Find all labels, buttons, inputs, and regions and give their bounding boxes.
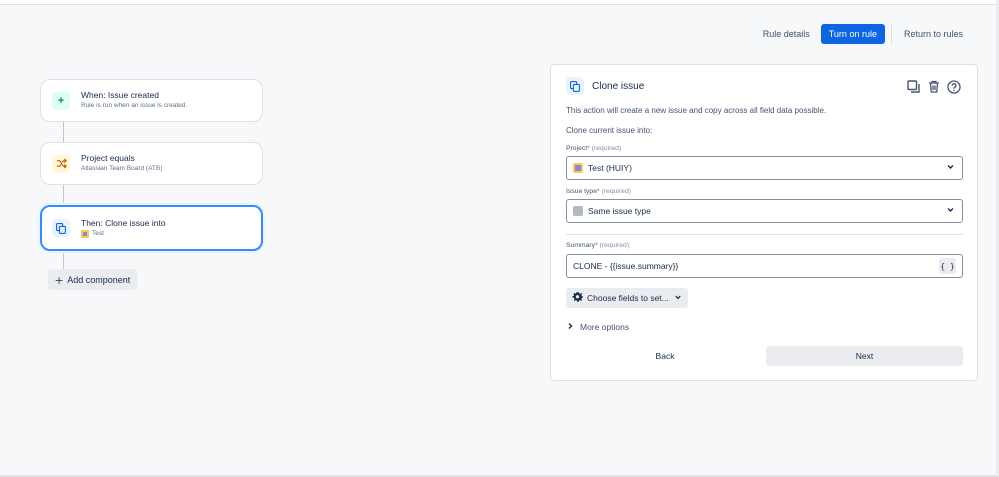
flow-node-subtitle: Test: [92, 229, 104, 237]
flow-connector: [63, 185, 64, 206]
chevron-right-icon: [567, 322, 574, 332]
more-options-toggle[interactable]: More options: [567, 322, 629, 332]
rule-details-button[interactable]: Rule details: [755, 29, 818, 39]
chevron-down-icon: [674, 293, 682, 303]
flow-node-text: When: Issue created Rule is run when an …: [81, 90, 187, 111]
chevron-down-icon: [946, 205, 955, 216]
clone-icon: [566, 77, 584, 95]
summary-label-text: Summary: [566, 242, 596, 249]
summary-input-value: CLONE - {{issue.summary}}: [573, 261, 679, 271]
help-icon[interactable]: [946, 79, 961, 94]
flow-node-text: Project equals Atlassian Team Board (ATB…: [81, 153, 162, 174]
gear-icon: [572, 291, 584, 305]
add-component-button[interactable]: + Add component: [48, 269, 138, 290]
flow-node-trigger[interactable]: + When: Issue created Rule is run when a…: [40, 79, 263, 122]
issue-type-icon: [573, 206, 583, 216]
required-hint: (required): [591, 145, 622, 152]
flow-node-title: When: Issue created: [81, 90, 159, 100]
actions-divider: [890, 23, 892, 45]
issue-type-select-value: Same issue type: [588, 206, 651, 216]
required-hint: (required): [599, 242, 630, 249]
flow-connector: [63, 122, 64, 143]
panel-header: Clone issue: [566, 77, 644, 95]
project-label-text: Project: [566, 145, 588, 152]
section-divider: [566, 234, 963, 235]
more-options-label: More options: [580, 322, 630, 332]
required-star: *: [587, 145, 590, 152]
smart-values-button[interactable]: { }: [939, 258, 956, 274]
next-button[interactable]: Next: [766, 346, 963, 366]
turn-on-rule-button[interactable]: Turn on rule: [820, 24, 885, 44]
back-button[interactable]: Back: [566, 346, 764, 366]
chevron-down-icon: [946, 162, 955, 173]
choose-fields-button[interactable]: Choose fields to set...: [566, 288, 688, 308]
flow-node-title: Then: Clone issue into: [81, 217, 166, 228]
flow-node-title: Project equals: [81, 153, 135, 163]
clone-icon: [52, 219, 70, 237]
issue-type-label-text: Issue type: [566, 188, 597, 195]
top-bar: [0, 0, 999, 5]
project-field-label: Project* (required): [566, 145, 621, 152]
flow-node-action[interactable]: Then: Clone issue into Test: [40, 205, 263, 251]
shuffle-icon: [52, 154, 70, 173]
project-avatar-icon: [573, 163, 583, 173]
add-component-label: Add component: [67, 274, 131, 285]
issue-type-field-label: Issue type* (required): [566, 188, 631, 195]
header-actions: Rule details Turn on rule Return to rule…: [755, 23, 971, 45]
project-select-value: Test (HUIY): [588, 163, 632, 173]
flow-node-text: Then: Clone issue into Test: [81, 218, 166, 239]
flow-node-condition[interactable]: Project equals Atlassian Team Board (ATB…: [40, 142, 263, 185]
summary-field-label: Summary* (required): [566, 242, 629, 249]
panel-description: This action will create a new issue and …: [566, 106, 827, 115]
plus-icon: +: [52, 91, 70, 110]
required-star: *: [595, 242, 598, 249]
trash-icon[interactable]: [926, 79, 941, 94]
return-to-rules-button[interactable]: Return to rules: [896, 29, 971, 39]
flow-connector: [63, 250, 64, 269]
panel-header-actions: [906, 79, 961, 94]
clone-into-label: Clone current issue into:: [566, 126, 653, 135]
panel-title: Clone issue: [592, 80, 645, 92]
required-star: *: [596, 188, 600, 195]
choose-fields-label: Choose fields to set...: [587, 293, 669, 303]
issue-type-select[interactable]: Same issue type: [566, 199, 963, 223]
flow-node-subtitle: Rule is run when an issue is created.: [81, 102, 188, 109]
flow-node-subtitle-row: Test: [81, 229, 166, 239]
required-hint: (required): [601, 188, 631, 195]
duplicate-icon[interactable]: [906, 79, 921, 94]
project-select[interactable]: Test (HUIY): [566, 156, 963, 180]
project-avatar-icon: [81, 229, 89, 238]
clone-issue-panel: Clone issue This action will create a ne…: [550, 64, 978, 381]
flow-node-subtitle: Atlassian Team Board (ATB): [81, 165, 163, 172]
plus-icon: +: [55, 271, 64, 288]
summary-input[interactable]: CLONE - {{issue.summary}} { }: [566, 254, 963, 278]
